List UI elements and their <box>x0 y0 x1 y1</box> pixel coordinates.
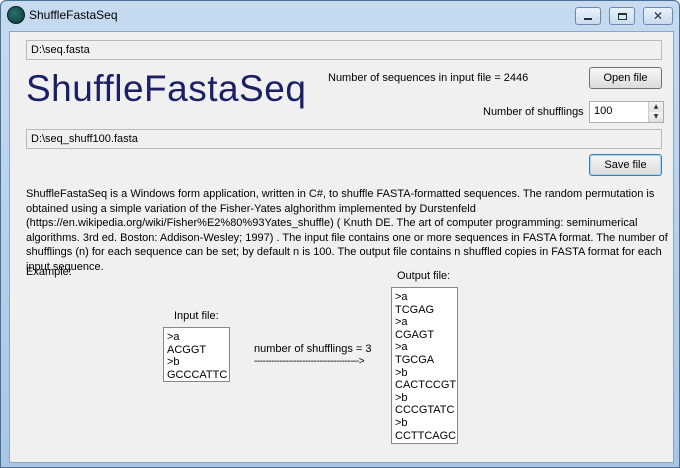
shufflings-arrow-label: number of shufflings = 3 <box>254 343 372 355</box>
input-file-label: Input file: <box>174 310 219 322</box>
fasta-line: CGAGT <box>395 328 435 341</box>
window-title: ShuffleFastaSeq <box>29 8 118 22</box>
shufflings-label: Number of shufflings <box>483 106 584 118</box>
fasta-line: TGCGA <box>395 353 435 366</box>
shufflings-numeric-updown[interactable]: 100 ▲ ▼ <box>589 101 664 123</box>
fasta-line: >b <box>167 356 180 369</box>
fasta-line: CACTCCGT <box>395 379 457 392</box>
fasta-line: CCTTCAGC <box>395 429 457 442</box>
app-window: ShuffleFastaSeq ✕ D:\seq.fasta ShuffleFa… <box>0 0 680 468</box>
fasta-line: >b <box>395 391 408 404</box>
maximize-button[interactable] <box>609 7 635 25</box>
maximize-icon <box>617 12 627 20</box>
fasta-line: >a <box>395 316 408 329</box>
fasta-line: CCCGTATC <box>395 404 455 417</box>
title-bar[interactable]: ShuffleFastaSeq ✕ <box>1 1 679 31</box>
output-file-label: Output file: <box>397 270 451 282</box>
input-file-path-field[interactable]: D:\seq.fasta <box>26 40 662 60</box>
example-label: Example: <box>26 266 72 278</box>
description-text: ShuffleFastaSeq is a Windows form applic… <box>26 188 668 273</box>
fasta-line: GCCCATTC <box>167 368 228 381</box>
form-client-area: D:\seq.fasta ShuffleFastaSeq Number of s… <box>9 31 674 463</box>
spin-down-arrow-icon[interactable]: ▼ <box>648 112 663 122</box>
sequence-count-label: Number of sequences in input file = 2446 <box>328 72 529 84</box>
open-file-button[interactable]: Open file <box>589 67 662 89</box>
close-icon: ✕ <box>652 9 664 23</box>
fasta-line: ACGGT <box>167 343 207 356</box>
fasta-line: >a <box>167 331 180 343</box>
shufflings-value[interactable]: 100 <box>594 105 612 117</box>
spin-up-arrow-icon[interactable]: ▲ <box>648 102 663 112</box>
app-logo-icon <box>7 6 25 24</box>
fasta-line: >a <box>395 291 408 303</box>
minimize-button[interactable] <box>575 7 601 25</box>
input-file-example-box: >a ACGGT >b GCCCATTC <box>163 327 230 382</box>
fasta-line: >b <box>395 416 408 429</box>
close-button[interactable]: ✕ <box>643 7 673 25</box>
fasta-line: >a <box>395 341 408 354</box>
output-file-example-box: >a TCGAG >a CGAGT >a TGCGA >b CACTCCGT >b CCCGTAT… <box>391 287 458 444</box>
app-heading: ShuffleFastaSeq <box>26 68 307 109</box>
right-arrow-icon: -------------------------------------> <box>254 356 365 367</box>
save-file-button[interactable]: Save file <box>589 154 662 176</box>
output-file-path-field[interactable]: D:\seq_shuff100.fasta <box>26 129 662 149</box>
fasta-line: >b <box>395 366 408 379</box>
fasta-line: TCGAG <box>395 303 435 316</box>
minimize-icon <box>584 18 592 20</box>
